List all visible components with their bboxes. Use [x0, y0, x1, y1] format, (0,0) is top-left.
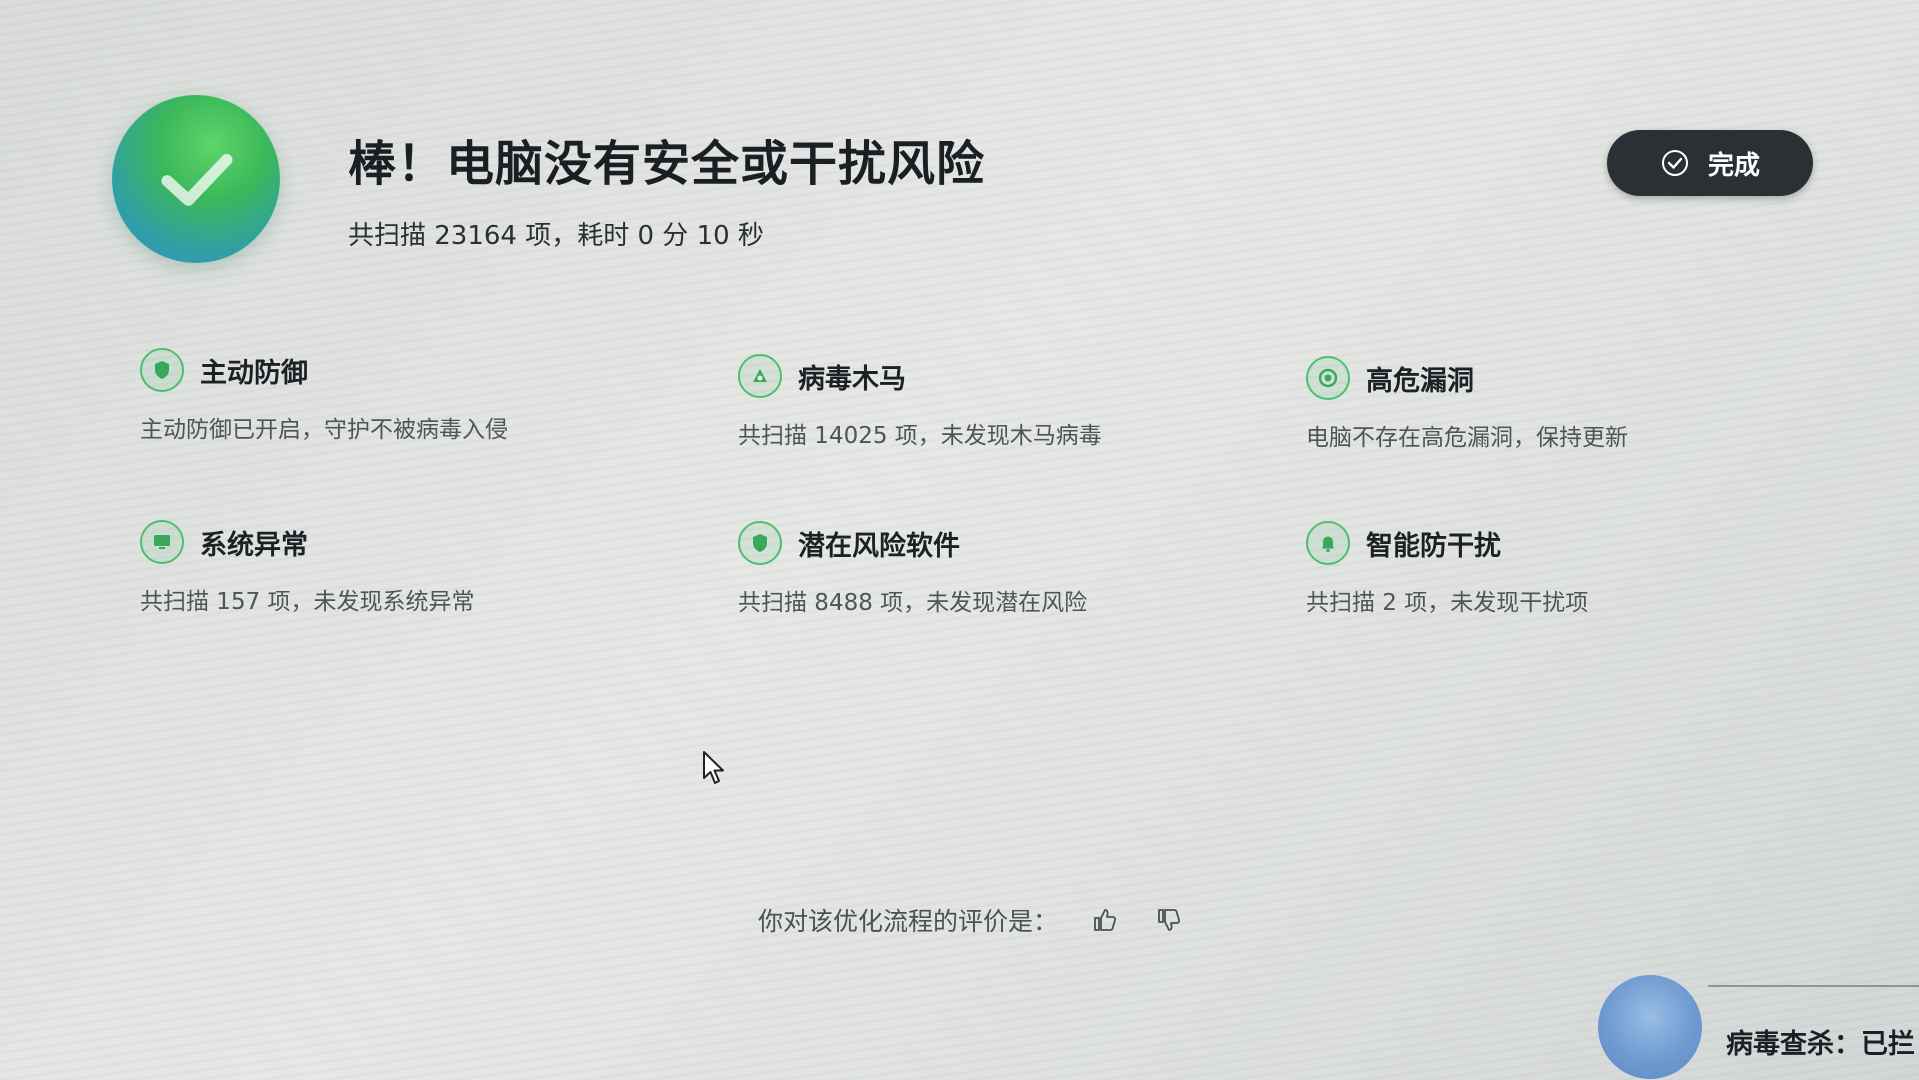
result-title: 潜在风险软件: [798, 530, 960, 562]
result-desc: 共扫描 14025 项，未发现木马病毒: [738, 423, 1102, 449]
result-potential-risk-software: 潜在风险软件 共扫描 8488 项，未发现潜在风险: [738, 521, 1258, 617]
feedback-prompt: 你对该优化流程的评价是：: [758, 907, 1059, 936]
result-virus-trojan: 病毒木马 共扫描 14025 项，未发现木马病毒: [738, 354, 1258, 450]
result-title: 主动防御: [200, 357, 308, 389]
result-desc: 共扫描 157 项，未发现系统异常: [140, 589, 475, 615]
done-button-label: 完成: [1707, 150, 1760, 181]
result-desc: 主动防御已开启，守护不被病毒入侵: [140, 417, 508, 443]
divider: [1708, 985, 1919, 987]
done-button[interactable]: 完成: [1607, 130, 1813, 196]
bell-icon: [1306, 521, 1350, 565]
target-icon: [1306, 356, 1350, 400]
monitor-icon: [140, 520, 184, 564]
checkmark-icon: [161, 154, 233, 206]
status-check-icon: [112, 95, 280, 263]
result-title: 病毒木马: [798, 363, 906, 395]
shield-icon: [140, 348, 184, 392]
result-title: 高危漏洞: [1366, 365, 1474, 397]
feedback-row: 你对该优化流程的评价是：: [758, 902, 1186, 938]
result-active-defense: 主动防御 主动防御已开启，守护不被病毒入侵: [140, 348, 660, 444]
page-title: 棒！电脑没有安全或干扰风险: [348, 136, 986, 192]
result-desc: 共扫描 2 项，未发现干扰项: [1306, 590, 1589, 616]
mouse-cursor-icon: [703, 751, 724, 784]
virus-scan-status: 病毒查杀：已拦: [1726, 1029, 1915, 1060]
result-smart-anti-interference: 智能防干扰 共扫描 2 项，未发现干扰项: [1306, 521, 1826, 617]
result-desc: 电脑不存在高危漏洞，保持更新: [1306, 425, 1628, 451]
thumbs-up-icon[interactable]: [1088, 903, 1122, 937]
result-title: 智能防干扰: [1366, 530, 1501, 562]
virus-icon: [738, 354, 782, 398]
result-title: 系统异常: [200, 529, 308, 561]
result-desc: 共扫描 8488 项，未发现潜在风险: [738, 590, 1088, 616]
result-high-risk-vuln: 高危漏洞 电脑不存在高危漏洞，保持更新: [1306, 356, 1826, 452]
result-system-anomaly: 系统异常 共扫描 157 项，未发现系统异常: [140, 520, 660, 616]
mini-status-orb-icon: [1598, 975, 1702, 1079]
scan-summary: 共扫描 23164 项，耗时 0 分 10 秒: [348, 221, 764, 251]
check-circle-icon: [1661, 150, 1688, 176]
thumbs-down-icon[interactable]: [1152, 903, 1186, 937]
shield-icon: [738, 521, 782, 565]
